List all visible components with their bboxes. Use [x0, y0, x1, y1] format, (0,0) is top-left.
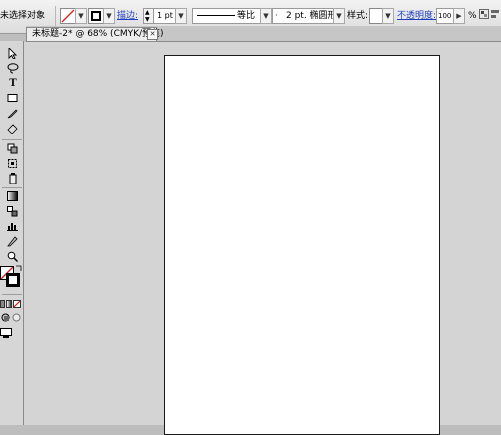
- opacity-unit: %: [468, 11, 477, 21]
- opacity-field[interactable]: 100: [436, 8, 454, 24]
- artboard[interactable]: [164, 55, 440, 435]
- width-profile-label: 等比: [237, 11, 256, 21]
- gradient-tool[interactable]: [4, 190, 22, 203]
- graphic-style-dropdown-arrow[interactable]: ▼: [382, 8, 394, 24]
- width-profile-dropdown-arrow[interactable]: ▼: [260, 8, 272, 24]
- brush-definition-label: 2 pt. 椭圆形: [286, 11, 334, 21]
- stroke-color-box[interactable]: [6, 273, 20, 287]
- stroke-dropdown-arrow[interactable]: ▼: [103, 8, 115, 24]
- selection-status: 未选择对象: [0, 11, 46, 21]
- graphic-style-swatch[interactable]: [369, 8, 383, 24]
- chevron-up-icon: ▲: [145, 9, 150, 16]
- type-tool[interactable]: T: [4, 77, 22, 90]
- separator: [55, 6, 56, 26]
- zoom-tool[interactable]: [4, 250, 22, 263]
- chevron-down-icon: ▼: [145, 16, 150, 23]
- no-fill-icon: [61, 9, 75, 23]
- gradient-icon: [7, 191, 18, 201]
- free-transform-icon: [8, 159, 17, 168]
- stroke-hole: [9, 276, 17, 284]
- stroke-weight-field[interactable]: 1 pt: [153, 8, 176, 24]
- stroke-panel-link[interactable]: 描边:: [117, 10, 138, 22]
- draw-normal-icon[interactable]: [1, 313, 10, 322]
- slice-icon: [7, 236, 18, 247]
- align-icon[interactable]: [490, 9, 500, 19]
- magnifier-icon: [7, 251, 18, 262]
- draw-behind-icon[interactable]: [12, 313, 21, 322]
- lasso-icon: [7, 63, 19, 74]
- direct-selection-tool[interactable]: [4, 47, 22, 60]
- slice-tool[interactable]: [4, 235, 22, 248]
- lasso-tool[interactable]: [4, 62, 22, 75]
- document-tab-bar: 未标题-2* @ 68% (CMYK/预览) ✕: [26, 26, 501, 42]
- canvas-area[interactable]: [24, 42, 501, 435]
- column-graph-tool[interactable]: [4, 220, 22, 233]
- profile-line-icon: [197, 15, 235, 16]
- document-tab[interactable]: 未标题-2* @ 68% (CMYK/预览) ✕: [26, 27, 164, 41]
- stroke-square-icon: [91, 11, 101, 21]
- pencil-tool[interactable]: [4, 107, 22, 120]
- brush-dropdown-arrow[interactable]: ▼: [333, 8, 345, 24]
- no-color-icon: [14, 301, 20, 307]
- blend-icon: [7, 206, 18, 217]
- brush-definition-field[interactable]: · 2 pt. 椭圆形: [272, 8, 334, 24]
- rectangle-icon: [7, 94, 18, 102]
- opacity-dropdown-arrow[interactable]: ▶: [453, 8, 465, 24]
- opacity-panel-link[interactable]: 不透明度:: [397, 10, 436, 22]
- stroke-swatch[interactable]: [88, 8, 104, 24]
- gradient-mode-button[interactable]: [6, 300, 12, 308]
- pencil-icon: [7, 109, 18, 119]
- stroke-weight-dropdown-arrow[interactable]: ▼: [175, 8, 187, 24]
- symbol-sprayer-tool[interactable]: [4, 172, 22, 185]
- fill-swatch[interactable]: [60, 8, 76, 24]
- scale-icon: [7, 143, 18, 154]
- direct-selection-arrow-icon: [8, 48, 17, 59]
- eraser-tool[interactable]: [4, 122, 22, 135]
- screen-mode-icon[interactable]: [0, 328, 12, 338]
- recolor-artwork-icon[interactable]: [479, 9, 489, 19]
- swap-colors-icon[interactable]: [16, 264, 22, 271]
- scale-tool[interactable]: [4, 142, 22, 155]
- separator: [2, 294, 22, 295]
- fill-dropdown-arrow[interactable]: ▼: [75, 8, 87, 24]
- tools-panel: T: [0, 41, 24, 425]
- style-label: 样式:: [347, 11, 369, 21]
- blend-tool[interactable]: [4, 205, 22, 218]
- color-mode-button[interactable]: [0, 300, 5, 308]
- document-tab-title: 未标题-2* @ 68% (CMYK/预览): [32, 29, 164, 39]
- free-transform-tool[interactable]: [4, 157, 22, 170]
- width-profile-field[interactable]: 等比: [192, 8, 262, 24]
- column-graph-icon: [7, 223, 18, 231]
- symbol-sprayer-icon: [9, 173, 17, 184]
- none-mode-button[interactable]: [13, 300, 21, 308]
- rectangle-tool[interactable]: [4, 92, 22, 105]
- separator: [2, 139, 22, 140]
- separator: [2, 187, 22, 188]
- close-icon[interactable]: ✕: [147, 29, 158, 40]
- brush-dot-icon: ·: [275, 11, 278, 20]
- eraser-icon: [7, 124, 18, 134]
